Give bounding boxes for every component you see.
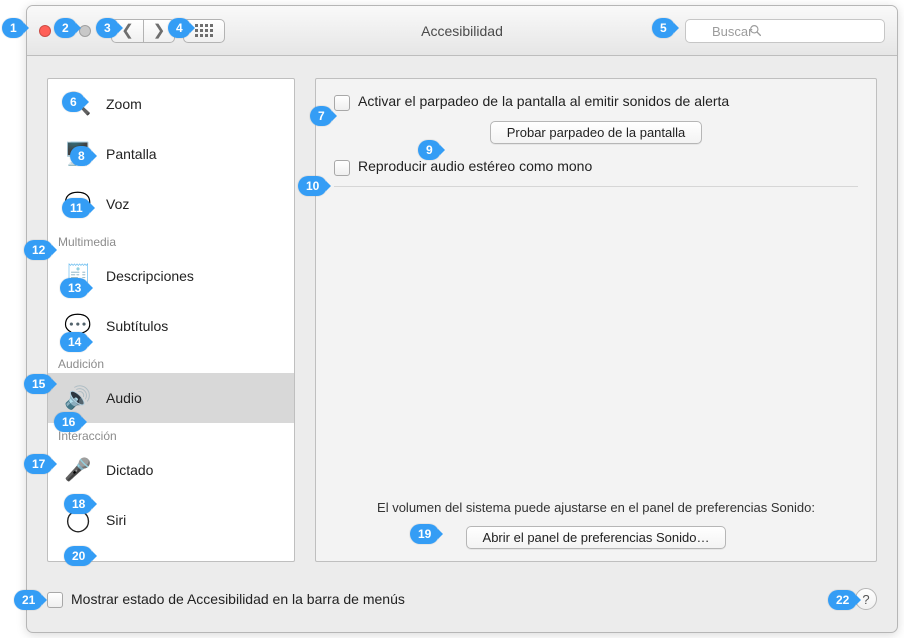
sidebar-group-audicion: Audición — [48, 351, 294, 373]
show-status-menubar-label: Mostrar estado de Accesibilidad en la ba… — [71, 591, 405, 607]
callout-19: 19 — [410, 524, 439, 544]
callout-18: 18 — [64, 494, 93, 514]
callout-14: 14 — [60, 332, 89, 352]
sidebar-item-label: Subtítulos — [106, 318, 168, 334]
grid-icon — [195, 24, 213, 37]
callout-13: 13 — [60, 278, 89, 298]
preferences-window: ❮ ❯ Accesibilidad 🔍 Zoom — [26, 5, 898, 633]
open-sound-row: Abrir el panel de preferencias Sonido… — [316, 526, 876, 549]
chevron-left-icon: ❮ — [121, 23, 134, 38]
sidebar-item-label: Voz — [106, 196, 129, 212]
sidebar-item-dictado[interactable]: 🎤 Dictado — [48, 445, 294, 495]
settings-panel: Activar el parpadeo de la pantalla al em… — [315, 78, 877, 562]
chevron-right-icon: ❯ — [153, 23, 166, 38]
callout-16: 16 — [54, 412, 83, 432]
sidebar-group-multimedia: Multimedia — [48, 229, 294, 251]
sidebar-item-label: Siri — [106, 512, 126, 528]
open-sound-button-label: Abrir el panel de preferencias Sonido… — [483, 530, 710, 545]
audio-icon: 🔊 — [60, 383, 96, 413]
callout-22: 22 — [828, 590, 857, 610]
toolbar: ❮ ❯ Accesibilidad — [27, 6, 897, 56]
callout-3: 3 — [96, 18, 119, 38]
callout-15: 15 — [24, 374, 53, 394]
footer: Mostrar estado de Accesibilidad en la ba… — [47, 588, 877, 610]
sidebar-item-label: Descripciones — [106, 268, 194, 284]
test-flash-button-label: Probar parpadeo de la pantalla — [507, 125, 686, 140]
sidebar-item-label: Zoom — [106, 96, 142, 112]
flash-screen-row: Activar el parpadeo de la pantalla al em… — [334, 93, 858, 111]
callout-12: 12 — [24, 240, 53, 260]
test-flash-row: Probar parpadeo de la pantalla — [334, 121, 858, 144]
callout-20: 20 — [64, 546, 93, 566]
callout-2: 2 — [54, 18, 77, 38]
search-input[interactable] — [685, 19, 885, 43]
section-divider — [334, 186, 858, 187]
volume-note-text: El volumen del sistema puede ajustarse e… — [334, 500, 858, 515]
sidebar-item-label: Audio — [106, 390, 142, 406]
close-window-button[interactable] — [39, 25, 51, 37]
callout-8: 8 — [70, 146, 93, 166]
mono-audio-label: Reproducir audio estéreo como mono — [358, 158, 592, 174]
mono-audio-checkbox[interactable] — [334, 160, 350, 176]
show-status-menubar-checkbox[interactable] — [47, 592, 63, 608]
callout-4: 4 — [168, 18, 191, 38]
open-sound-prefs-button[interactable]: Abrir el panel de preferencias Sonido… — [466, 526, 727, 549]
help-icon: ? — [862, 592, 869, 607]
status-checkbox-row: Mostrar estado de Accesibilidad en la ba… — [47, 590, 405, 608]
test-flash-button[interactable]: Probar parpadeo de la pantalla — [490, 121, 703, 144]
flash-screen-checkbox[interactable] — [334, 95, 350, 111]
callout-10: 10 — [298, 176, 327, 196]
content-area: 🔍 Zoom 🖥️ Pantalla 💬 Voz Multimedia 🧾 De… — [47, 78, 877, 562]
callout-6: 6 — [62, 92, 85, 112]
zoom-window-button[interactable] — [79, 25, 91, 37]
callout-11: 11 — [62, 198, 91, 218]
sidebar-item-audio[interactable]: 🔊 Audio — [48, 373, 294, 423]
callout-7: 7 — [310, 106, 333, 126]
callout-9: 9 — [418, 140, 441, 160]
search-field-wrap — [685, 19, 885, 43]
callout-17: 17 — [24, 454, 53, 474]
flash-screen-label: Activar el parpadeo de la pantalla al em… — [358, 93, 729, 109]
mono-audio-row: Reproducir audio estéreo como mono — [334, 158, 858, 176]
sidebar-item-label: Pantalla — [106, 146, 157, 162]
callout-1: 1 — [2, 18, 25, 38]
sidebar-item-label: Dictado — [106, 462, 153, 478]
callout-5: 5 — [652, 18, 675, 38]
dictation-icon: 🎤 — [60, 455, 96, 485]
callout-21: 21 — [14, 590, 43, 610]
